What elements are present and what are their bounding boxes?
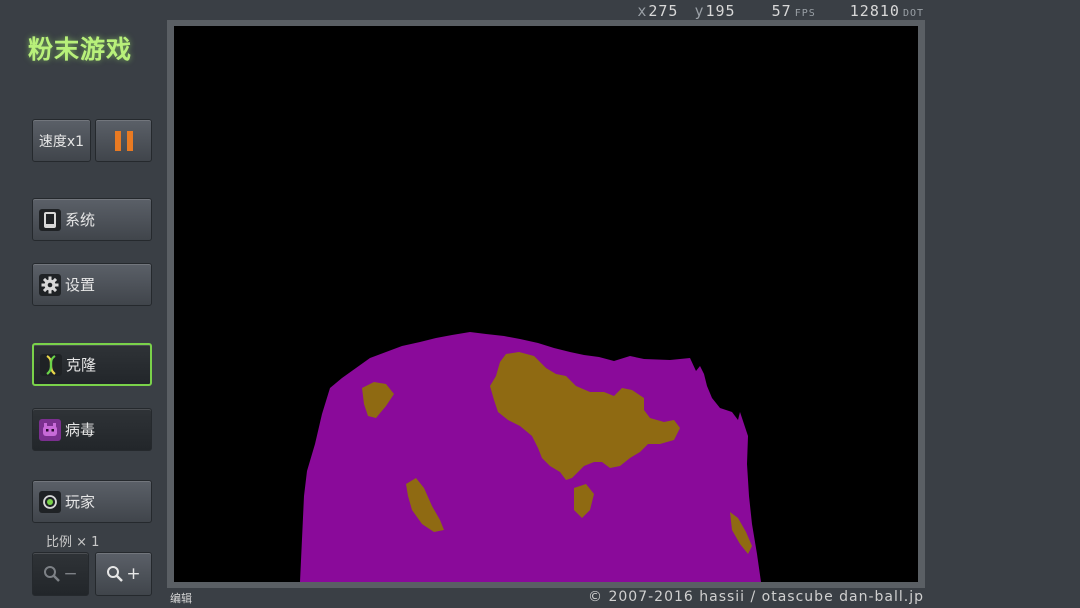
magnifier-icon (107, 566, 124, 582)
status-bar: x275 y195 57 FPS 12810 DOT (631, 2, 924, 20)
zoom-in-button[interactable]: + (95, 552, 152, 596)
y-coord-prefix: y (694, 2, 705, 20)
fps-value: 57 (771, 2, 792, 20)
copyright-text: © 2007-2016 hassii / otascube dan-ball.j… (588, 589, 924, 605)
virus-label: 病毒 (65, 421, 96, 439)
dot-count-value: 12810 (849, 2, 900, 20)
clone-label: 克隆 (66, 356, 97, 374)
tablet-icon (39, 208, 61, 231)
system-label: 系统 (65, 211, 96, 229)
dna-icon (40, 353, 62, 376)
x-coord-value: 275 (648, 2, 679, 20)
simulation-frame (167, 20, 925, 588)
player-icon (39, 490, 61, 513)
y-coord-value: 195 (705, 2, 736, 20)
virus-button[interactable]: 病毒 (32, 408, 152, 451)
zoom-level-label: 比例 × 1 (46, 535, 100, 550)
powder-mass (300, 332, 761, 582)
dot-count-unit: DOT (902, 8, 924, 19)
edit-label: 编辑 (170, 592, 192, 605)
fps-unit: FPS (794, 8, 816, 19)
settings-label: 设置 (65, 276, 96, 294)
zoom-in-symbol: + (126, 564, 141, 584)
player-button[interactable]: 玩家 (32, 480, 152, 523)
gear-icon (39, 273, 61, 296)
pause-icon (114, 130, 133, 151)
app-title: 粉末游戏 (28, 35, 133, 64)
simulation-canvas[interactable] (174, 26, 918, 582)
player-label: 玩家 (65, 493, 96, 511)
speed-button[interactable]: 速度x1 (32, 119, 91, 162)
virus-icon (39, 418, 61, 441)
zoom-out-button[interactable]: − (32, 552, 89, 596)
system-button[interactable]: 系统 (32, 198, 152, 241)
settings-button[interactable]: 设置 (32, 263, 152, 306)
x-coord-prefix: x (637, 2, 648, 20)
clone-button[interactable]: 克隆 (32, 343, 152, 386)
magnifier-icon (44, 566, 61, 582)
zoom-out-symbol: − (63, 564, 78, 584)
pause-button[interactable] (95, 119, 152, 162)
